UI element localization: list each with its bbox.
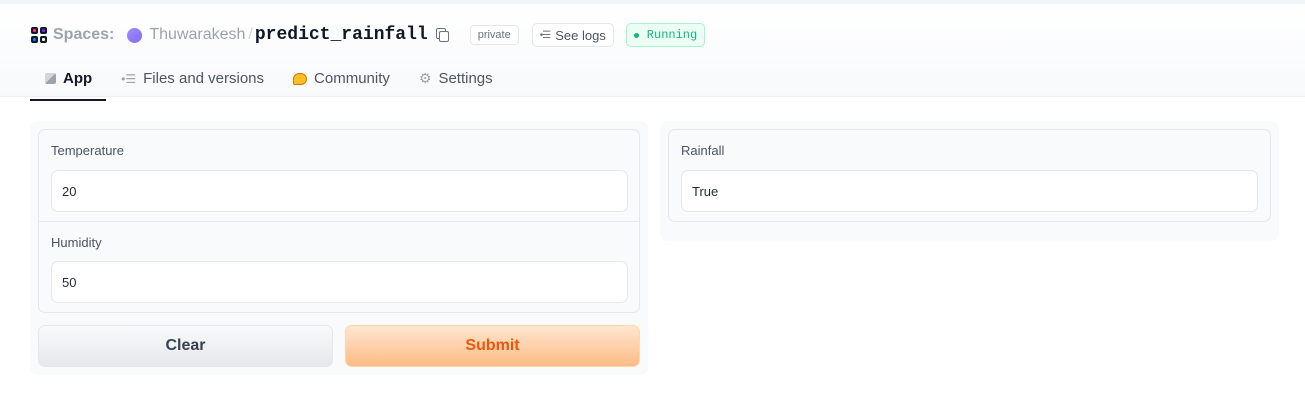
input-panel: Temperature 20 Humidity 50 Clear Submit [30, 121, 648, 375]
status-dot-icon [633, 32, 639, 38]
tab-label: Files and versions [143, 70, 265, 87]
clear-button[interactable]: Clear [38, 325, 333, 367]
output-panel: Rainfall True [660, 121, 1279, 241]
owner-link[interactable]: Thuwarakesh [149, 26, 245, 44]
see-logs-button[interactable]: •☰ See logs [531, 23, 614, 47]
rainfall-output[interactable]: True [681, 170, 1258, 212]
owner-avatar [127, 27, 143, 43]
temperature-label: Temperature [51, 143, 124, 158]
temperature-field: Temperature 20 [39, 130, 639, 222]
tab-files-and-versions[interactable]: •☰ Files and versions [106, 62, 278, 101]
input-form: Temperature 20 Humidity 50 [38, 129, 640, 313]
visibility-badge: private [469, 25, 519, 45]
humidity-input[interactable]: 50 [51, 261, 628, 303]
cube-icon [45, 73, 56, 84]
output-form: Rainfall True [668, 129, 1271, 222]
logs-icon: •☰ [539, 29, 552, 41]
tab-label: Settings [438, 70, 493, 87]
tab-label: Community [314, 70, 390, 87]
spaces-logo-icon [31, 27, 47, 43]
gear-icon: ⚙ [418, 70, 432, 86]
temperature-input[interactable]: 20 [51, 170, 628, 212]
humidity-label: Humidity [51, 235, 102, 250]
repo-name-link[interactable]: predict_rainfall [255, 25, 428, 45]
see-logs-label: See logs [555, 27, 606, 43]
copy-icon[interactable] [434, 27, 450, 43]
space-header: Spaces: Thuwarakesh / predict_rainfall p… [0, 0, 1305, 101]
spaces-link[interactable]: Spaces: [53, 26, 114, 44]
space-title-row: Spaces: Thuwarakesh / predict_rainfall p… [31, 22, 706, 48]
space-tabs: App •☰ Files and versions Community ⚙ Se… [30, 62, 507, 101]
rainfall-label: Rainfall [681, 143, 725, 158]
status-label: Running [646, 28, 698, 42]
tab-community[interactable]: Community [278, 62, 404, 101]
tab-app[interactable]: App [30, 62, 107, 101]
status-badge[interactable]: Running [625, 23, 706, 47]
tab-settings[interactable]: ⚙ Settings [404, 62, 507, 101]
path-separator: / [248, 26, 253, 43]
submit-button[interactable]: Submit [345, 325, 640, 367]
tab-label: App [63, 70, 93, 87]
community-icon [293, 72, 308, 85]
files-icon: •☰ [121, 71, 137, 86]
humidity-field: Humidity 50 [39, 222, 639, 312]
